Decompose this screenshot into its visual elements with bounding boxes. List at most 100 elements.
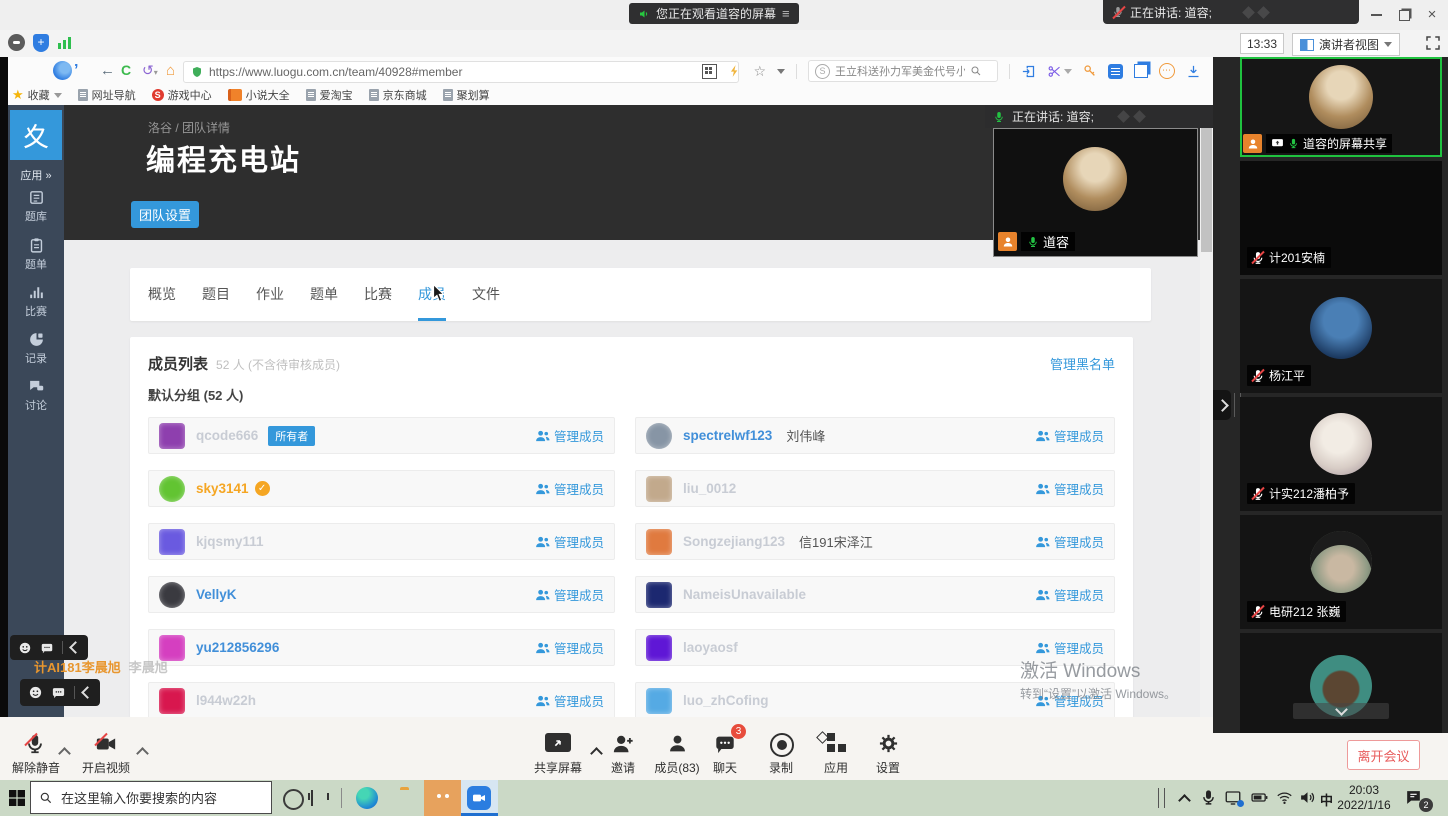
member-username[interactable]: l944w22h xyxy=(196,693,256,708)
info-icon[interactable] xyxy=(8,34,25,51)
scrollbar[interactable] xyxy=(1200,105,1213,717)
fullscreen-icon[interactable] xyxy=(1424,34,1442,52)
shield-plus-icon[interactable]: + xyxy=(33,34,49,52)
manage-members-link[interactable]: 管理成员 xyxy=(1035,585,1104,604)
tray-wifi-icon[interactable] xyxy=(1276,789,1293,806)
tab-contest[interactable]: 比赛 xyxy=(364,268,392,321)
banner-menu-icon[interactable]: ≡ xyxy=(782,6,790,21)
login-icon[interactable] xyxy=(1021,64,1036,79)
manage-members-link[interactable]: 管理成员 xyxy=(1035,638,1104,657)
tab-overview[interactable]: 概览 xyxy=(148,268,176,321)
member-username[interactable]: NameisUnavailable xyxy=(683,587,806,602)
luogu-logo[interactable]: 夊 xyxy=(10,110,62,160)
manage-members-link[interactable]: 管理成员 xyxy=(1035,426,1104,445)
tray-battery-icon[interactable] xyxy=(1250,789,1269,806)
key-icon[interactable] xyxy=(1083,64,1097,78)
search-icon[interactable] xyxy=(970,65,982,77)
collapse-left-icon[interactable] xyxy=(81,686,94,699)
participant-tile[interactable]: 计实212潘柏予 xyxy=(1240,397,1442,511)
sidebar-item-problemset[interactable]: 题库 xyxy=(8,189,64,224)
speaker-video-thumbnail[interactable]: 道容 xyxy=(993,128,1198,257)
collapse-left-icon[interactable] xyxy=(69,641,82,654)
back-icon[interactable]: ← xyxy=(100,62,115,79)
tray-mic-icon[interactable] xyxy=(1200,789,1217,806)
manage-members-link[interactable]: 管理成员 xyxy=(535,532,604,551)
address-bar[interactable]: https://www.luogu.com.cn/team/40928#memb… xyxy=(183,61,739,83)
chat-bubble-icon[interactable] xyxy=(51,685,66,700)
cortana-icon[interactable] xyxy=(283,789,304,810)
sidebar-item-contest[interactable]: 比赛 xyxy=(8,284,64,319)
member-username[interactable]: qcode666 xyxy=(196,428,258,443)
member-username[interactable]: luo_zhCofing xyxy=(683,693,768,708)
star-icon[interactable]: ☆ xyxy=(753,63,766,80)
bolt-icon[interactable] xyxy=(728,64,742,78)
bookmark-item[interactable]: 京东商城 xyxy=(369,87,427,103)
share-options-chevron[interactable] xyxy=(590,747,603,760)
manage-members-link[interactable]: 管理成员 xyxy=(535,638,604,657)
meeting-app-icon[interactable] xyxy=(467,786,491,810)
signal-bars-icon[interactable] xyxy=(58,37,71,49)
participant-tile[interactable]: 计201安楠 xyxy=(1240,161,1442,275)
manage-members-link[interactable]: 管理成员 xyxy=(535,691,604,710)
tray-clock[interactable]: 20:03 2022/1/16 xyxy=(1332,783,1396,813)
history-icon[interactable]: ↺▾ xyxy=(142,62,158,79)
bookmark-item[interactable]: 聚划算 xyxy=(443,87,490,103)
minimize-button[interactable] xyxy=(1362,0,1390,30)
tray-volume-icon[interactable] xyxy=(1299,789,1316,806)
translate-icon[interactable] xyxy=(1108,64,1123,79)
scrollbar-thumb[interactable] xyxy=(1201,107,1212,252)
bookmark-item[interactable]: S游戏中心 xyxy=(152,87,212,103)
download-icon[interactable] xyxy=(1186,64,1201,79)
tray-expand-chevron[interactable] xyxy=(1178,794,1191,807)
member-username[interactable]: Songzejiang123 xyxy=(683,534,785,549)
bookmark-item[interactable]: 小说大全 xyxy=(228,87,290,103)
bookmark-item[interactable]: 网址导航 xyxy=(78,87,136,103)
manage-members-link[interactable]: 管理成员 xyxy=(535,479,604,498)
member-username[interactable]: liu_0012 xyxy=(683,481,736,496)
camera-options-chevron[interactable] xyxy=(136,747,149,760)
refresh-icon[interactable]: C xyxy=(121,62,131,78)
collapse-tiles-button[interactable] xyxy=(1293,703,1389,719)
task-view-icon[interactable] xyxy=(311,790,313,806)
start-button[interactable] xyxy=(9,790,25,806)
chat-bubble-icon[interactable] xyxy=(40,641,54,655)
tab-homework[interactable]: 作业 xyxy=(256,268,284,321)
windows-copy-icon[interactable] xyxy=(1134,64,1148,78)
breadcrumb[interactable]: 洛谷 / 团队详情 xyxy=(148,119,230,136)
browser-search-box[interactable]: S 王立科送孙力军美金代号小海 xyxy=(808,60,998,82)
participant-tile[interactable]: 道容的屏幕共享 xyxy=(1240,57,1442,157)
view-mode-button[interactable]: 演讲者视图 xyxy=(1292,33,1400,56)
manage-members-link[interactable]: 管理成员 xyxy=(1035,532,1104,551)
emoji-icon[interactable] xyxy=(28,685,43,700)
participant-tile[interactable]: 电研212 张巍 xyxy=(1240,515,1442,629)
manage-blacklist-link[interactable]: 管理黑名单 xyxy=(1050,354,1115,373)
sidebar-item-discuss[interactable]: 讨论 xyxy=(8,378,64,413)
member-username[interactable]: kjqsmy111 xyxy=(196,534,264,549)
bookmark-favorites[interactable]: ★收藏 xyxy=(12,87,62,103)
sidebar-item-problemlist[interactable]: 题单 xyxy=(8,237,64,272)
participant-tile[interactable] xyxy=(1240,633,1442,733)
more-dots-icon[interactable]: ⋯ xyxy=(1159,63,1175,79)
restore-button[interactable] xyxy=(1390,0,1418,30)
participant-tile[interactable]: 杨江平 xyxy=(1240,279,1442,393)
member-username[interactable]: VellyK xyxy=(196,587,237,602)
watching-banner[interactable]: 您正在观看道容的屏幕 ≡ xyxy=(629,3,799,24)
close-button[interactable]: × xyxy=(1418,0,1446,30)
taskbar-search-input[interactable]: 在这里输入你要搜索的内容 xyxy=(30,781,272,814)
manage-members-link[interactable]: 管理成员 xyxy=(535,426,604,445)
browser-logo[interactable]: ’ xyxy=(53,61,78,80)
sidebar-apps-label[interactable]: 应用 » xyxy=(8,167,64,183)
team-settings-button[interactable]: 团队设置 xyxy=(131,201,199,228)
scissors-icon[interactable] xyxy=(1047,64,1072,79)
chevron-down-icon[interactable] xyxy=(777,69,785,74)
leave-meeting-button[interactable]: 离开会议 xyxy=(1347,740,1420,770)
sidebar-item-record[interactable]: 记录 xyxy=(8,331,64,366)
member-username[interactable]: yu212856296 xyxy=(196,640,279,655)
tab-problems[interactable]: 题目 xyxy=(202,268,230,321)
emoji-icon[interactable] xyxy=(18,641,32,655)
tray-display-icon[interactable] xyxy=(1224,789,1242,807)
member-username[interactable]: sky3141 xyxy=(196,481,249,496)
home-icon[interactable]: ⌂ xyxy=(166,62,175,79)
mic-options-chevron[interactable] xyxy=(58,747,71,760)
manage-members-link[interactable]: 管理成员 xyxy=(535,585,604,604)
